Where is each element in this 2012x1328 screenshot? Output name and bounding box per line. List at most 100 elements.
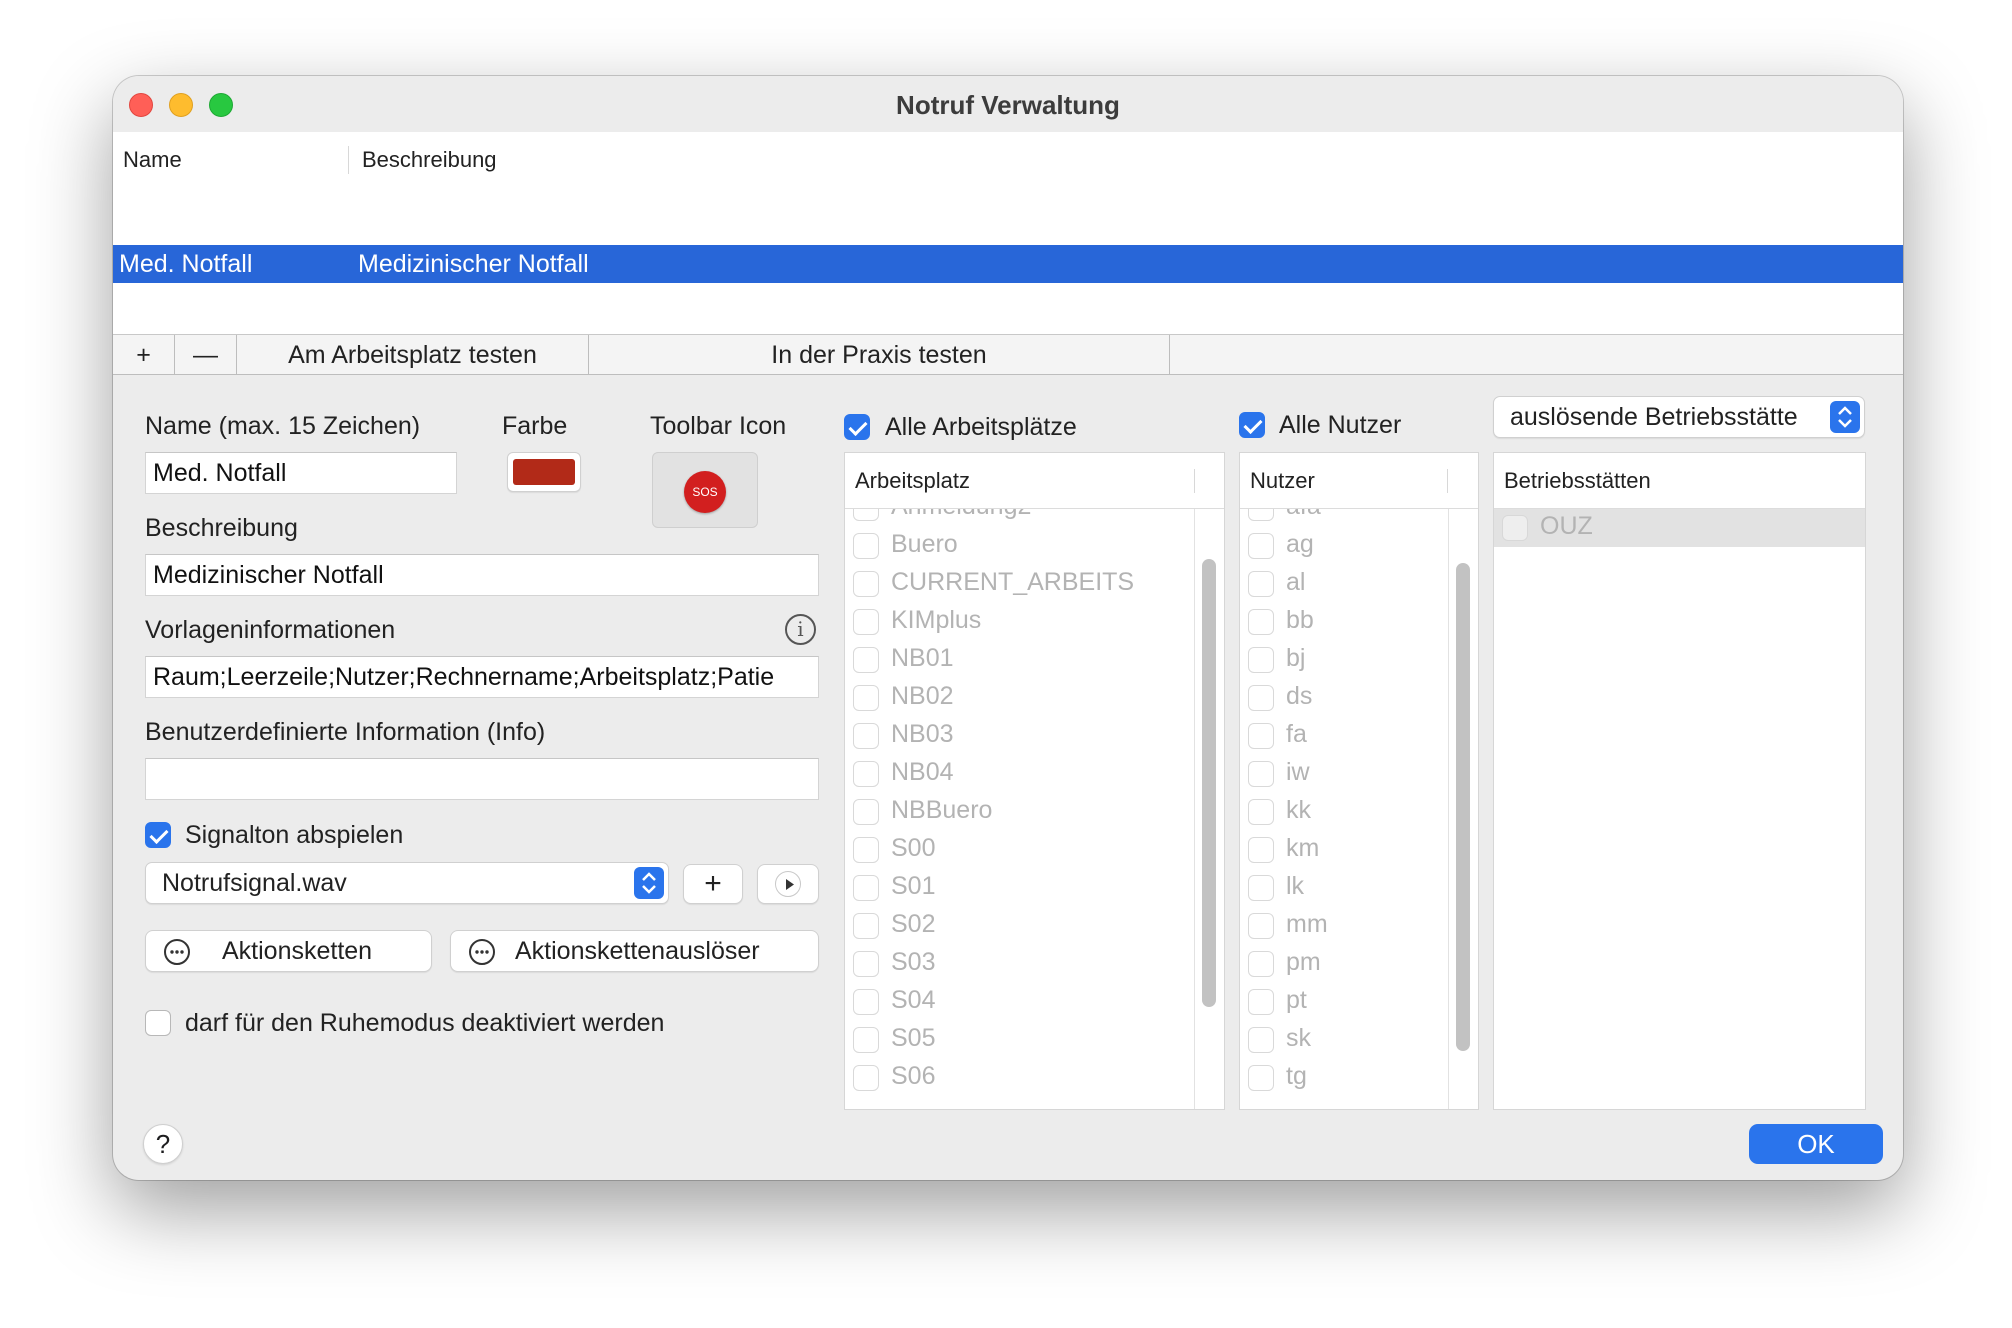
custom-info-field[interactable]: [145, 758, 819, 800]
item-checkbox[interactable]: [1248, 647, 1274, 673]
column-header-description[interactable]: Beschreibung: [362, 132, 497, 188]
item-checkbox[interactable]: [1248, 723, 1274, 749]
table-row[interactable]: Med. Notfall Medizinischer Notfall: [113, 245, 1903, 283]
item-label: CURRENT_ARBEITS: [891, 568, 1135, 596]
sites-list[interactable]: Betriebsstätten OUZ: [1493, 452, 1866, 1110]
list-item[interactable]: S02: [845, 907, 1194, 945]
item-checkbox[interactable]: [1248, 609, 1274, 635]
list-item[interactable]: bb: [1240, 603, 1448, 641]
item-checkbox[interactable]: [1248, 913, 1274, 939]
list-item[interactable]: lk: [1240, 869, 1448, 907]
users-scrollbar[interactable]: [1456, 563, 1470, 1051]
site-select[interactable]: auslösende Betriebsstätte: [1493, 396, 1865, 438]
item-checkbox[interactable]: [1248, 685, 1274, 711]
list-item[interactable]: Buero: [845, 527, 1194, 565]
list-item[interactable]: S00: [845, 831, 1194, 869]
item-checkbox[interactable]: [1248, 509, 1274, 521]
item-checkbox[interactable]: [1248, 989, 1274, 1015]
list-item[interactable]: S05: [845, 1021, 1194, 1059]
name-field[interactable]: Med. Notfall: [145, 452, 457, 494]
item-checkbox[interactable]: [853, 913, 879, 939]
list-item[interactable]: S01: [845, 869, 1194, 907]
list-item[interactable]: pt: [1240, 983, 1448, 1021]
item-checkbox[interactable]: [1248, 571, 1274, 597]
item-checkbox[interactable]: [1248, 837, 1274, 863]
list-item[interactable]: ds: [1240, 679, 1448, 717]
remove-button[interactable]: —: [175, 335, 237, 375]
list-item[interactable]: Anmeldung2: [845, 509, 1194, 527]
add-sound-button[interactable]: +: [683, 864, 743, 904]
site-checkbox[interactable]: [1502, 515, 1528, 541]
signal-checkbox[interactable]: [145, 822, 171, 848]
list-item[interactable]: NB01: [845, 641, 1194, 679]
list-item[interactable]: kk: [1240, 793, 1448, 831]
list-item[interactable]: S06: [845, 1059, 1194, 1097]
item-checkbox[interactable]: [853, 509, 879, 521]
all-workstations-checkbox[interactable]: [844, 414, 870, 440]
item-checkbox[interactable]: [853, 533, 879, 559]
color-well[interactable]: [507, 452, 581, 492]
item-checkbox[interactable]: [853, 799, 879, 825]
description-field[interactable]: Medizinischer Notfall: [145, 554, 819, 596]
list-item[interactable]: CURRENT_ARBEITS: [845, 565, 1194, 603]
list-item[interactable]: mm: [1240, 907, 1448, 945]
item-checkbox[interactable]: [853, 609, 879, 635]
list-item[interactable]: NB04: [845, 755, 1194, 793]
list-item[interactable]: al: [1240, 565, 1448, 603]
list-item[interactable]: S04: [845, 983, 1194, 1021]
action-chain-triggers-button[interactable]: Aktionskettenauslöser: [450, 930, 819, 972]
item-checkbox[interactable]: [853, 1027, 879, 1053]
list-item[interactable]: NBBuero: [845, 793, 1194, 831]
list-item[interactable]: pm: [1240, 945, 1448, 983]
list-item[interactable]: NB03: [845, 717, 1194, 755]
list-item[interactable]: fa: [1240, 717, 1448, 755]
item-checkbox[interactable]: [1248, 761, 1274, 787]
workstations-list[interactable]: Arbeitsplatz Anmeldung2 Buero CURRENT_ARBE…: [844, 452, 1225, 1110]
item-checkbox[interactable]: [853, 761, 879, 787]
test-workstation-button[interactable]: Am Arbeitsplatz testen: [237, 335, 589, 375]
item-checkbox[interactable]: [853, 647, 879, 673]
action-chains-button[interactable]: Aktionsketten: [145, 930, 432, 972]
item-checkbox[interactable]: [853, 571, 879, 597]
list-item[interactable]: afa: [1240, 509, 1448, 527]
item-checkbox[interactable]: [853, 1065, 879, 1091]
item-checkbox[interactable]: [1248, 533, 1274, 559]
play-sound-button[interactable]: [757, 864, 819, 904]
item-checkbox[interactable]: [853, 837, 879, 863]
all-users-checkbox[interactable]: [1239, 412, 1265, 438]
item-checkbox[interactable]: [853, 951, 879, 977]
item-checkbox[interactable]: [1248, 951, 1274, 977]
item-checkbox[interactable]: [1248, 1065, 1274, 1091]
item-checkbox[interactable]: [853, 875, 879, 901]
item-checkbox[interactable]: [1248, 799, 1274, 825]
list-item[interactable]: km: [1240, 831, 1448, 869]
item-checkbox[interactable]: [853, 723, 879, 749]
item-checkbox[interactable]: [853, 685, 879, 711]
list-item[interactable]: tg: [1240, 1059, 1448, 1097]
toolbar-icon-well[interactable]: SOS: [652, 452, 758, 528]
emergency-table[interactable]: Name Beschreibung Med. Notfall Medizinis…: [113, 132, 1903, 335]
add-button[interactable]: +: [113, 335, 175, 375]
column-header-name[interactable]: Name: [123, 132, 182, 188]
users-list[interactable]: Nutzer afa ag al bb bj ds fa iw kk km lk mm pm pt sk tg: [1239, 452, 1479, 1110]
all-users-label: Alle Nutzer: [1279, 411, 1402, 439]
item-checkbox[interactable]: [1248, 875, 1274, 901]
ok-button[interactable]: OK: [1749, 1124, 1883, 1164]
list-item[interactable]: ag: [1240, 527, 1448, 565]
test-practice-button[interactable]: In der Praxis testen: [589, 335, 1170, 375]
item-checkbox[interactable]: [1248, 1027, 1274, 1053]
template-field[interactable]: Raum;Leerzeile;Nutzer;Rechnername;Arbeit…: [145, 656, 819, 698]
quiet-mode-checkbox[interactable]: [145, 1010, 171, 1036]
list-item[interactable]: S03: [845, 945, 1194, 983]
list-item[interactable]: OUZ: [1494, 509, 1865, 547]
list-item[interactable]: bj: [1240, 641, 1448, 679]
list-item[interactable]: KIMplus: [845, 603, 1194, 641]
list-item[interactable]: sk: [1240, 1021, 1448, 1059]
help-button[interactable]: ?: [143, 1124, 183, 1164]
item-checkbox[interactable]: [853, 989, 879, 1015]
list-item[interactable]: iw: [1240, 755, 1448, 793]
sound-select[interactable]: Notrufsignal.wav: [145, 862, 669, 904]
info-icon[interactable]: i: [785, 614, 816, 645]
workstations-scrollbar[interactable]: [1202, 559, 1216, 1007]
list-item[interactable]: NB02: [845, 679, 1194, 717]
